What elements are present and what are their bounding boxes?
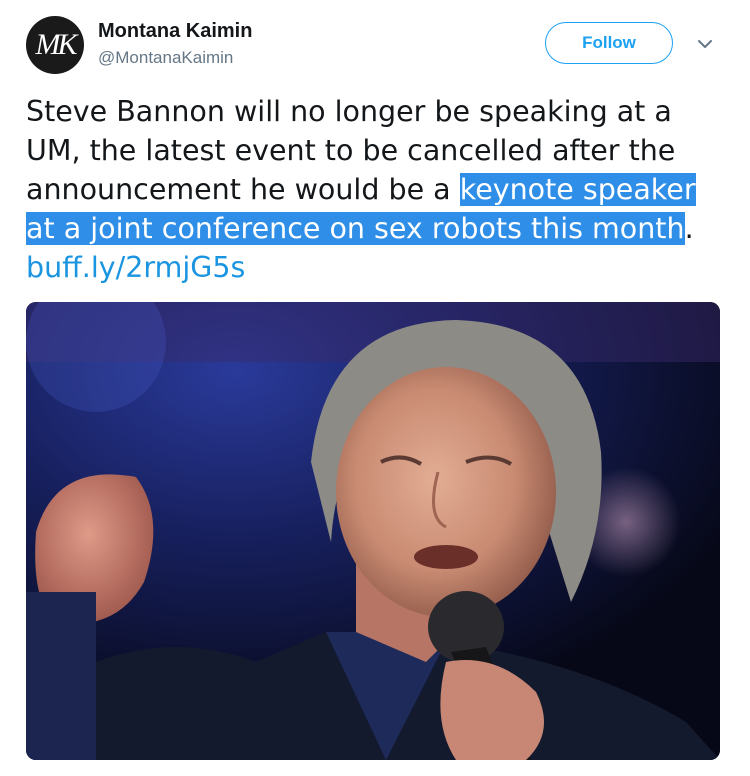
tweet-text-after: . <box>684 212 694 245</box>
tweet-link[interactable]: buff.ly/2rmjG5s <box>26 251 245 284</box>
avatar-monogram: MK <box>35 28 78 61</box>
account-name[interactable]: Montana Kaimin <box>98 20 252 43</box>
account-handle[interactable]: @MontanaKaimin <box>98 48 233 68</box>
avatar[interactable]: MK <box>26 16 84 74</box>
chevron-down-icon[interactable] <box>694 34 716 54</box>
tweet-photo[interactable] <box>26 302 720 760</box>
tweet-text: Steve Bannon will no longer be speaking … <box>26 92 726 287</box>
follow-button[interactable]: Follow <box>545 22 673 64</box>
